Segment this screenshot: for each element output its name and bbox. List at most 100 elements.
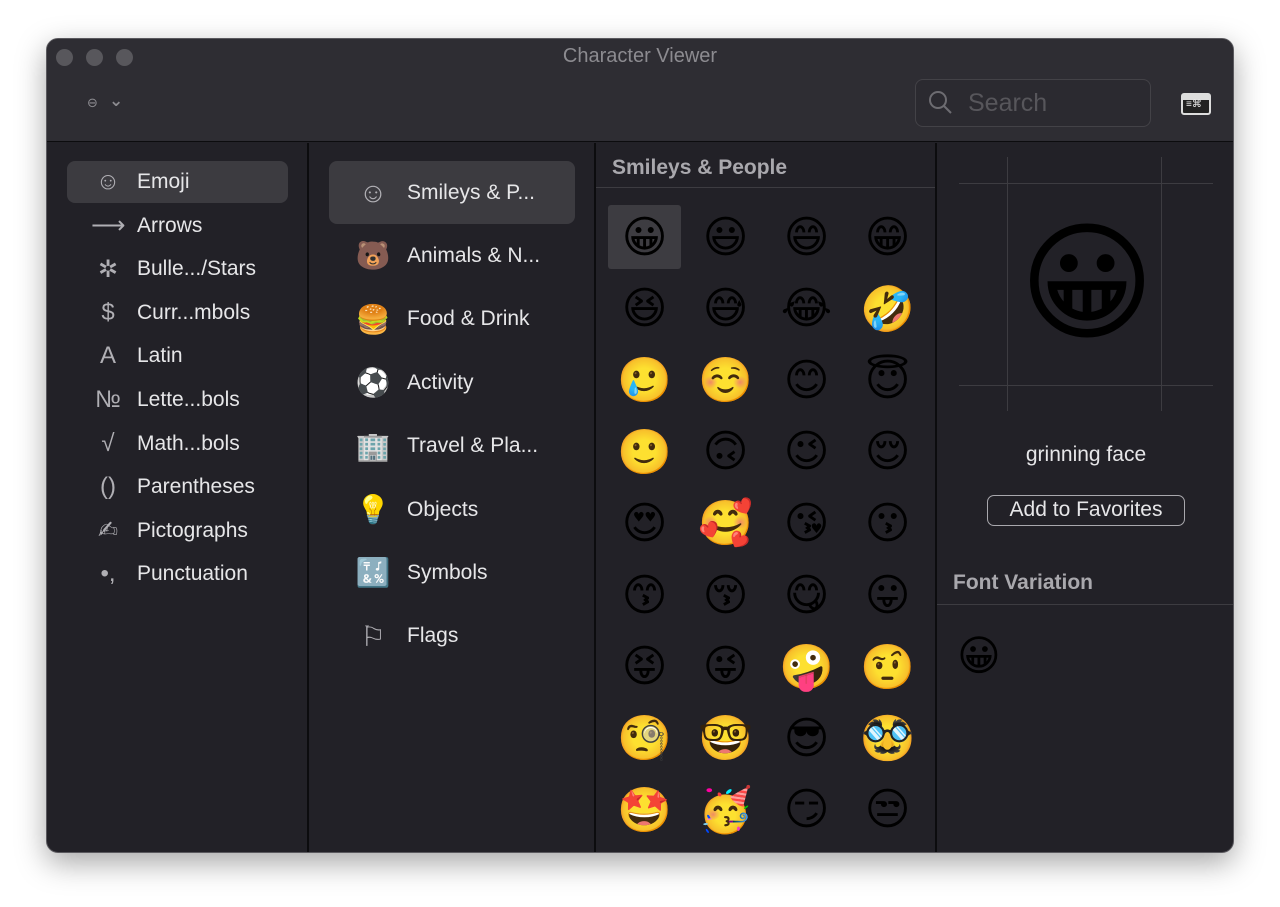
emoji-cell[interactable]: 😙 — [608, 563, 681, 627]
subcategory-label: Animals & N... — [407, 243, 541, 267]
emoji-cell[interactable]: 😂 — [770, 277, 843, 341]
emoji-cell[interactable]: 😍 — [608, 491, 681, 555]
subcategory-label: Travel & Pla... — [407, 434, 539, 458]
subcategory-icon: 🏢 — [355, 430, 391, 462]
emoji-cell[interactable]: 🥸 — [851, 706, 924, 770]
emoji-cell[interactable]: 😀 — [608, 205, 681, 269]
subcategory-activity[interactable]: ⚽ Activity — [329, 351, 575, 414]
emoji-cell[interactable]: 😚 — [689, 563, 762, 627]
category-label: Bulle.../Stars — [137, 257, 257, 281]
subcategory-travel-pla[interactable]: 🏢 Travel & Pla... — [329, 415, 575, 478]
emoji-cell[interactable]: 🥳 — [689, 778, 762, 842]
emoji-cell[interactable]: 😘 — [770, 491, 843, 555]
emoji-cell[interactable]: ☺️ — [689, 348, 762, 412]
emoji-cell[interactable]: 🤓 — [689, 706, 762, 770]
keyboard-viewer-icon[interactable]: ≡⌘ — [1181, 93, 1211, 115]
divider — [937, 604, 1233, 605]
search-placeholder: Search — [968, 89, 1048, 117]
emoji-cell[interactable]: 🤣 — [851, 277, 924, 341]
emoji-cell[interactable]: 🤩 — [608, 778, 681, 842]
subcategory-icon: 🍔 — [355, 303, 391, 335]
emoji-cell[interactable]: 😎 — [770, 706, 843, 770]
subcategory-food-drink[interactable]: 🍔 Food & Drink — [329, 288, 575, 351]
emoji-cell[interactable]: 😉 — [770, 420, 843, 484]
category-pictographs[interactable]: ✍ Pictographs — [67, 510, 288, 552]
category-icon: •, — [100, 560, 116, 588]
search-icon — [929, 91, 952, 114]
emoji-cell[interactable]: 😌 — [851, 420, 924, 484]
category-label: Punctuation — [137, 562, 248, 586]
font-variation-heading: Font Variation — [953, 571, 1094, 594]
category-icon: $ — [101, 298, 115, 326]
add-to-favorites-button[interactable]: Add to Favorites — [987, 495, 1185, 526]
emoji-cell[interactable]: 😝 — [608, 635, 681, 699]
category-sidebar: ☺ Emoji ⟶ Arrows ✲ Bulle.../Stars $ Curr...mbol… — [47, 143, 309, 852]
subcategory-smileys-p[interactable]: ☺ Smileys & P... — [329, 161, 575, 224]
subcategory-icon: ☺ — [358, 176, 388, 208]
subcategory-label: Food & Drink — [407, 307, 530, 331]
divider — [596, 187, 935, 188]
category-label: Latin — [137, 344, 183, 368]
emoji-cell[interactable]: 😏 — [770, 778, 843, 842]
category-label: Emoji — [137, 170, 190, 193]
emoji-cell[interactable]: 😇 — [851, 348, 924, 412]
emoji-cell[interactable]: 😗 — [851, 491, 924, 555]
category-icon: ☺ — [95, 168, 121, 195]
category-label: Arrows — [137, 213, 203, 237]
chevron-down-icon[interactable]: ⌄ — [109, 91, 123, 111]
category-latin[interactable]: A Latin — [67, 335, 288, 377]
subcategory-animals-n[interactable]: 🐻 Animals & N... — [329, 224, 575, 287]
subcategory-icon: ⚽ — [355, 367, 391, 399]
emoji-cell[interactable]: 🤨 — [851, 635, 924, 699]
subcategory-icon: 🐻 — [355, 240, 391, 272]
subcategory-label: Flags — [407, 624, 459, 648]
category-emoji[interactable]: ☺ Emoji — [67, 161, 288, 203]
subcategory-label: Objects — [407, 497, 479, 521]
category-curr-mbols[interactable]: $ Curr...mbols — [67, 292, 288, 334]
emoji-cell[interactable]: 🤪 — [770, 635, 843, 699]
subcategory-icon: 🔣 — [355, 557, 391, 589]
subcategory-symbols[interactable]: 🔣 Symbols — [329, 541, 575, 604]
emoji-cell[interactable]: 😁 — [851, 205, 924, 269]
window-title: Character Viewer — [562, 45, 718, 67]
category-arrows[interactable]: ⟶ Arrows — [67, 205, 288, 247]
font-variation-item[interactable]: 😀 — [957, 631, 1001, 680]
subcategory-flags[interactable]: ⚐ Flags — [329, 605, 575, 668]
emoji-cell[interactable]: 🧐 — [608, 706, 681, 770]
category-icon: √ — [101, 429, 115, 457]
category-label: Math...bols — [137, 431, 240, 455]
emoji-cell[interactable]: 😄 — [770, 205, 843, 269]
category-label: Pictographs — [137, 518, 248, 542]
emoji-cell[interactable]: 🥲 — [608, 348, 681, 412]
search-input[interactable]: Search — [915, 79, 1151, 127]
subcategory-objects[interactable]: 💡 Objects — [329, 478, 575, 541]
category-math-bols[interactable]: √ Math...bols — [67, 423, 288, 465]
emoji-cell[interactable]: 😋 — [770, 563, 843, 627]
emoji-cell[interactable]: 🥰 — [689, 491, 762, 555]
character-name: grinning face — [1025, 443, 1147, 466]
category-icon: ⟶ — [91, 212, 126, 240]
subcategory-label: Activity — [407, 370, 474, 394]
category-bulle-stars[interactable]: ✲ Bulle.../Stars — [67, 248, 288, 290]
category-icon: ✲ — [97, 255, 119, 283]
emoji-cell[interactable]: 😛 — [851, 563, 924, 627]
emoji-cell[interactable]: 😜 — [689, 635, 762, 699]
subcategory-label: Symbols — [407, 560, 488, 584]
emoji-cell[interactable]: 😆 — [608, 277, 681, 341]
category-icon: ✍ — [97, 517, 119, 545]
emoji-cell[interactable]: 😊 — [770, 348, 843, 412]
emoji-cell[interactable]: 😒 — [851, 778, 924, 842]
category-icon: № — [95, 386, 121, 413]
emoji-cell[interactable]: 🙃 — [689, 420, 762, 484]
customize-list-icon[interactable]: ⊖ — [87, 95, 98, 111]
category-parentheses[interactable]: () Parentheses — [67, 466, 288, 508]
emoji-cell[interactable]: 😃 — [689, 205, 762, 269]
category-lette-bols[interactable]: № Lette...bols — [67, 379, 288, 421]
subcategory-icon: ⚐ — [360, 620, 386, 652]
character-viewer-window: Character Viewer ⊖ ⌄ Search ≡⌘ ☺ Emoji ⟶ Ar… — [46, 38, 1234, 853]
emoji-cell[interactable]: 🙂 — [608, 420, 681, 484]
category-punctuation[interactable]: •, Punctuation — [67, 553, 288, 595]
section-heading: Smileys & People — [612, 156, 788, 179]
emoji-cell[interactable]: 😅 — [689, 277, 762, 341]
category-icon: () — [100, 473, 116, 501]
